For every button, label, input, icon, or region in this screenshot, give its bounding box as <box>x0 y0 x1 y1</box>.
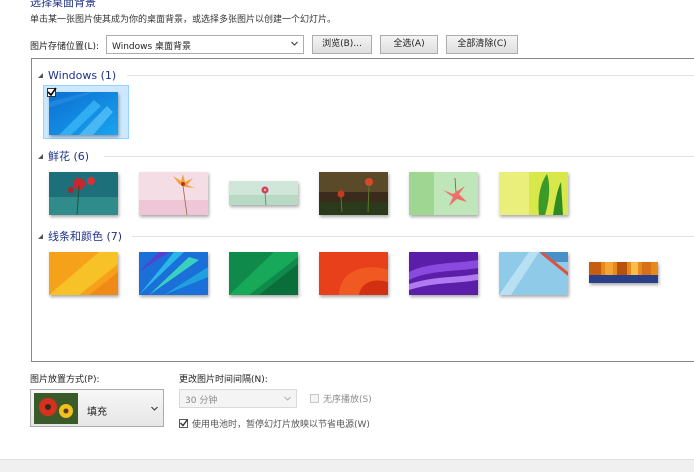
group-header-flowers[interactable]: 鲜花 (6) <box>38 149 89 163</box>
collapse-triangle-icon <box>38 72 43 78</box>
wallpaper-thumbnail[interactable] <box>589 262 658 283</box>
interval-value: 30 分钟 <box>185 396 218 406</box>
group-header-windows[interactable]: Windows (1) <box>38 68 116 82</box>
wallpaper-thumbnail[interactable] <box>49 92 118 135</box>
group-name: 鲜花 (6) <box>48 150 90 163</box>
browse-button[interactable]: 浏览(B)... <box>312 35 372 54</box>
location-select[interactable]: Windows 桌面背景 <box>106 35 304 54</box>
clear-all-button[interactable]: 全部清除(C) <box>446 35 518 54</box>
wallpaper-thumbnail[interactable] <box>229 181 298 205</box>
wallpaper-thumbnail[interactable] <box>319 172 388 215</box>
chevron-down-icon <box>284 396 291 401</box>
wallpaper-thumbnail[interactable] <box>499 172 568 215</box>
position-select[interactable]: 填充 <box>30 389 164 427</box>
battery-label: 使用电池时，暂停幻灯片放映以节省电源(W) <box>192 420 370 430</box>
wallpaper-thumbnail[interactable] <box>499 252 568 295</box>
position-label: 图片放置方式(P): <box>30 375 100 385</box>
select-all-button[interactable]: 全选(A) <box>380 35 438 54</box>
wallpaper-thumbnail[interactable] <box>139 252 208 295</box>
thumbnail-checkbox[interactable] <box>47 87 57 97</box>
battery-checkbox[interactable] <box>179 419 189 428</box>
footer-bar <box>0 459 694 472</box>
location-label: 图片存储位置(L): <box>30 42 100 52</box>
wallpaper-thumbnail[interactable] <box>409 172 478 215</box>
page-title: 选择桌面背景 <box>30 0 96 9</box>
wallpaper-thumbnail[interactable] <box>49 252 118 295</box>
group-name: 线条和颜色 (7) <box>48 230 123 243</box>
chevron-down-icon <box>151 406 158 411</box>
battery-option[interactable]: 使用电池时，暂停幻灯片放映以节省电源(W) <box>179 417 370 430</box>
interval-label: 更改图片时间间隔(N): <box>179 375 268 385</box>
interval-select[interactable]: 30 分钟 <box>179 389 297 408</box>
shuffle-label: 无序播放(S) <box>323 395 372 405</box>
wallpaper-thumbnail[interactable] <box>409 252 478 295</box>
position-value: 填充 <box>87 407 107 418</box>
wallpaper-thumbnail[interactable] <box>139 172 208 215</box>
group-divider <box>132 236 694 237</box>
collapse-triangle-icon <box>38 153 43 159</box>
wallpaper-gallery: Windows (1) 鲜花 (6) 线条和颜色 (7) <box>31 58 694 362</box>
group-divider <box>104 156 694 157</box>
wallpaper-thumbnail[interactable] <box>319 252 388 295</box>
flower-thumbnail-icon <box>34 393 78 424</box>
group-divider <box>127 75 694 76</box>
shuffle-checkbox[interactable] <box>310 394 319 403</box>
wallpaper-thumbnail[interactable] <box>49 172 118 215</box>
chevron-down-icon <box>291 41 298 46</box>
shuffle-option[interactable]: 无序播放(S) <box>310 392 372 405</box>
collapse-triangle-icon <box>38 233 43 239</box>
wallpaper-thumbnail[interactable] <box>229 252 298 295</box>
group-header-lines-colors[interactable]: 线条和颜色 (7) <box>38 229 122 243</box>
group-name: Windows (1) <box>48 68 117 82</box>
page-subtitle: 单击某一张图片使其成为你的桌面背景，或选择多张图片以创建一个幻灯片。 <box>30 15 337 25</box>
location-value: Windows 桌面背景 <box>112 42 192 52</box>
